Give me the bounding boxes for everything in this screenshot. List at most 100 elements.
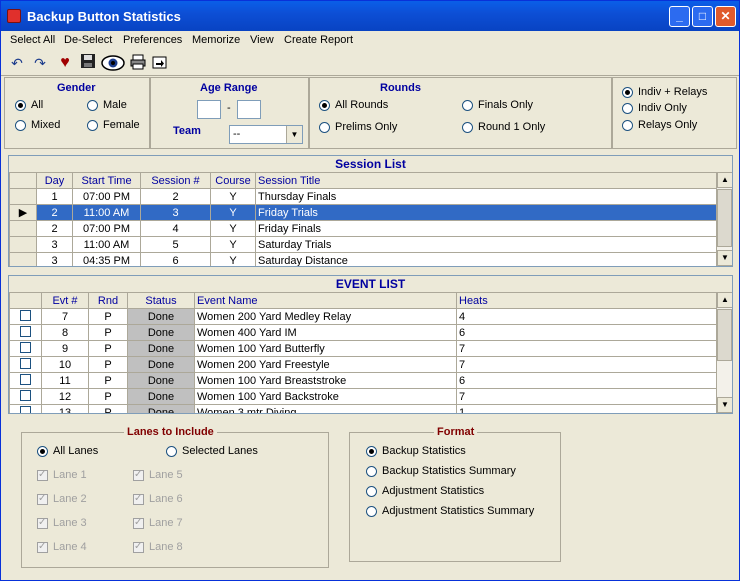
rounds-round1-radio[interactable]: Round 1 Only — [462, 121, 545, 133]
scroll-down-icon[interactable]: ▼ — [717, 250, 732, 266]
format-option-radio[interactable]: Adjustment Statistics — [366, 485, 484, 497]
session-row[interactable]: 3 04:35 PM 6 Y Saturday Distance — [9, 252, 717, 266]
row-indicator[interactable] — [9, 252, 37, 266]
export-icon[interactable] — [151, 54, 169, 72]
row-indicator[interactable] — [9, 220, 37, 237]
scroll-up-icon[interactable]: ▲ — [717, 292, 732, 308]
menu-view[interactable]: View — [250, 34, 274, 46]
lane-checkbox-7[interactable]: Lane 7 — [133, 517, 183, 529]
event-row[interactable]: 11 P Done Women 100 Yard Breaststroke 6 — [9, 372, 717, 389]
lane-checkbox-4[interactable]: Lane 4 — [37, 541, 87, 553]
event-row[interactable]: 7 P Done Women 200 Yard Medley Relay 4 — [9, 308, 717, 325]
checkbox-icon[interactable] — [37, 493, 48, 505]
checkbox-icon[interactable] — [133, 517, 144, 529]
gender-mixed-radio[interactable]: Mixed — [15, 119, 60, 131]
checkbox-icon[interactable] — [37, 469, 48, 481]
lane-checkbox-2[interactable]: Lane 2 — [37, 493, 87, 505]
col-evt-num[interactable]: Evt # — [41, 292, 89, 309]
event-row[interactable]: 10 P Done Women 200 Yard Freestyle 7 — [9, 356, 717, 373]
scroll-thumb[interactable] — [717, 309, 732, 361]
col-status[interactable]: Status — [127, 292, 195, 309]
checkbox-icon[interactable] — [20, 341, 31, 353]
session-row[interactable]: 2 07:00 PM 4 Y Friday Finals — [9, 220, 717, 237]
lane-checkbox-6[interactable]: Lane 6 — [133, 493, 183, 505]
lane-checkbox-3[interactable]: Lane 3 — [37, 517, 87, 529]
gender-female-radio[interactable]: Female — [87, 119, 140, 131]
col-rnd[interactable]: Rnd — [88, 292, 128, 309]
checkbox-icon[interactable] — [133, 493, 144, 505]
event-checkbox[interactable] — [9, 324, 42, 341]
undo-icon[interactable]: ↶ — [8, 54, 26, 72]
team-select[interactable]: -- ▼ — [229, 125, 303, 144]
event-row[interactable]: 9 P Done Women 100 Yard Butterfly 7 — [9, 340, 717, 357]
event-checkbox[interactable] — [9, 308, 42, 325]
checkbox-icon[interactable] — [20, 373, 31, 385]
minimize-button[interactable]: _ — [669, 6, 690, 27]
event-checkbox[interactable] — [9, 340, 42, 357]
checkbox-icon[interactable] — [20, 405, 31, 413]
age-to-input[interactable] — [237, 100, 261, 119]
session-scrollbar[interactable]: ▲ ▼ — [716, 172, 732, 266]
event-row[interactable]: 12 P Done Women 100 Yard Backstroke 7 — [9, 388, 717, 405]
rounds-all-radio[interactable]: All Rounds — [319, 99, 388, 111]
gender-all-radio[interactable]: All — [15, 99, 43, 111]
checkbox-icon[interactable] — [37, 517, 48, 529]
event-checkbox[interactable] — [9, 404, 42, 413]
col-heats[interactable]: Heats — [456, 292, 717, 309]
col-session-num[interactable]: Session # — [140, 172, 211, 189]
menu-de-select[interactable]: De-Select — [64, 34, 112, 46]
selected-lanes-radio[interactable]: Selected Lanes — [166, 445, 258, 457]
row-indicator[interactable] — [9, 188, 37, 205]
col-session-title[interactable]: Session Title — [255, 172, 717, 189]
rounds-finals-radio[interactable]: Finals Only — [462, 99, 533, 111]
event-scrollbar[interactable]: ▲ ▼ — [716, 292, 732, 413]
session-row[interactable]: 1 07:00 PM 2 Y Thursday Finals — [9, 188, 717, 205]
checkbox-icon[interactable] — [20, 309, 31, 321]
maximize-button[interactable]: □ — [692, 6, 713, 27]
format-option-radio[interactable]: Backup Statistics Summary — [366, 465, 516, 477]
event-checkbox[interactable] — [9, 388, 42, 405]
gender-male-radio[interactable]: Male — [87, 99, 127, 111]
lane-checkbox-5[interactable]: Lane 5 — [133, 469, 183, 481]
checkbox-icon[interactable] — [37, 541, 48, 553]
event-row[interactable]: 13 P Done Women 3 mtr Diving 1 — [9, 404, 717, 413]
close-button[interactable]: ✕ — [715, 6, 736, 27]
row-indicator[interactable] — [9, 236, 37, 253]
save-icon[interactable] — [79, 54, 97, 72]
checkbox-icon[interactable] — [133, 541, 144, 553]
print-icon[interactable] — [129, 54, 147, 72]
scroll-down-icon[interactable]: ▼ — [717, 397, 732, 413]
all-lanes-radio[interactable]: All Lanes — [37, 445, 98, 457]
lane-checkbox-8[interactable]: Lane 8 — [133, 541, 183, 553]
relays-only-radio[interactable]: Relays Only — [622, 119, 697, 131]
redo-icon[interactable]: ↷ — [31, 54, 49, 72]
scroll-up-icon[interactable]: ▲ — [717, 172, 732, 188]
col-event-name[interactable]: Event Name — [194, 292, 457, 309]
eye-icon[interactable] — [101, 54, 125, 72]
col-course[interactable]: Course — [210, 172, 256, 189]
col-start-time[interactable]: Start Time — [72, 172, 141, 189]
menu-preferences[interactable]: Preferences — [123, 34, 182, 46]
checkbox-icon[interactable] — [133, 469, 144, 481]
row-indicator[interactable]: ▶ — [9, 204, 37, 221]
age-from-input[interactable] — [197, 100, 221, 119]
menu-select-all[interactable]: Select All — [10, 34, 55, 46]
indiv-relays-radio[interactable]: Indiv + Relays — [622, 86, 707, 98]
col-day[interactable]: Day — [36, 172, 73, 189]
session-row[interactable]: 3 11:00 AM 5 Y Saturday Trials — [9, 236, 717, 253]
event-checkbox[interactable] — [9, 372, 42, 389]
format-option-radio[interactable]: Adjustment Statistics Summary — [366, 505, 534, 517]
checkbox-icon[interactable] — [20, 357, 31, 369]
format-option-radio[interactable]: Backup Statistics — [366, 445, 466, 457]
menu-create-report[interactable]: Create Report — [284, 34, 353, 46]
scroll-thumb[interactable] — [717, 189, 732, 247]
event-checkbox[interactable] — [9, 356, 42, 373]
event-row[interactable]: 8 P Done Women 400 Yard IM 6 — [9, 324, 717, 341]
session-row[interactable]: ▶ 2 11:00 AM 3 Y Friday Trials — [9, 204, 717, 221]
indiv-only-radio[interactable]: Indiv Only — [622, 102, 687, 114]
heart-icon[interactable]: ♥ — [56, 54, 74, 72]
checkbox-icon[interactable] — [20, 389, 31, 401]
lane-checkbox-1[interactable]: Lane 1 — [37, 469, 87, 481]
chevron-down-icon[interactable]: ▼ — [286, 126, 302, 143]
rounds-prelims-radio[interactable]: Prelims Only — [319, 121, 397, 133]
